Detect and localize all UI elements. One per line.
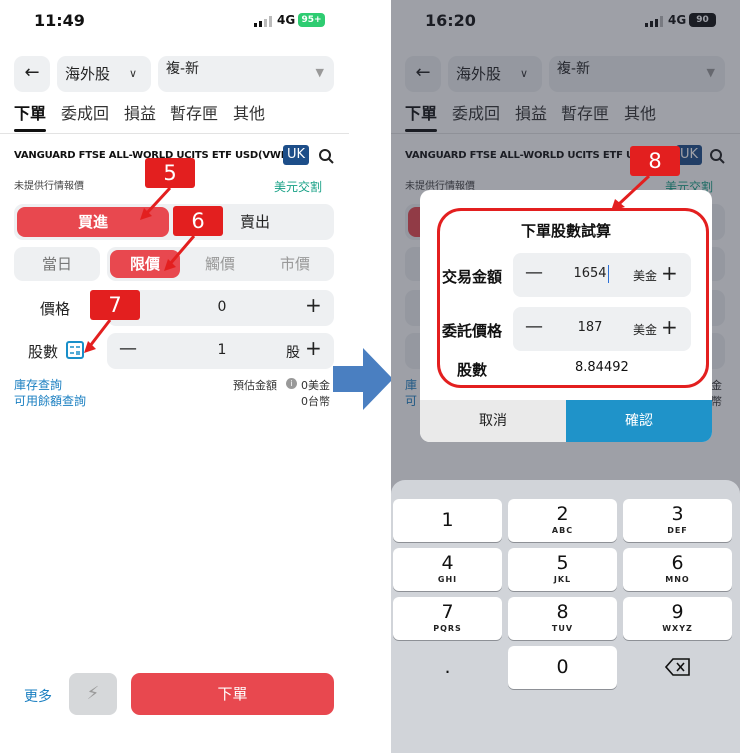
price-field[interactable]: 0 + — [107, 290, 334, 326]
estimate-twd: 0台幣 — [301, 395, 330, 408]
quote-note: 未提供行情報價 — [14, 181, 84, 192]
shares-unit: 股 — [286, 345, 300, 361]
info-icon[interactable]: i — [286, 378, 297, 389]
marker-7-arrow — [84, 319, 112, 353]
key-2[interactable]: 2 ABC — [508, 499, 617, 542]
right-phone-screen: 16:20 4G 90 ← 海外股 ∨ 複-新 ▼ 下單 委成回 損益 暫存匣 其他… — [391, 0, 740, 753]
country-badge: UK — [283, 145, 309, 165]
shares-value: 1 — [217, 342, 227, 358]
step-marker-7: 7 — [90, 290, 140, 320]
estimate-usd: 0美金 — [301, 379, 330, 392]
tab-bar: 下單 委成回 損益 暫存匣 其他 — [0, 98, 349, 134]
tab-orders-fills[interactable]: 委成回 — [61, 100, 109, 124]
quick-order-button[interactable]: ⚡ — [69, 673, 117, 715]
key-4[interactable]: 4 GHI — [393, 548, 502, 591]
confirm-button[interactable]: 確認 — [566, 400, 712, 442]
network-type: 4G — [277, 13, 296, 27]
stock-dropdown[interactable]: 複-新 ▼ — [158, 56, 334, 92]
lightning-icon: ⚡ — [86, 683, 100, 704]
key-6[interactable]: 6 MNO — [623, 548, 732, 591]
more-link[interactable]: 更多 — [24, 686, 52, 706]
key-5[interactable]: 5 JKL — [508, 548, 617, 591]
active-tab-indicator — [14, 129, 46, 132]
top-bar: ← 海外股 ∨ 複-新 ▼ — [0, 56, 349, 92]
step-marker-8: 8 — [630, 146, 680, 176]
key-1[interactable]: 1 — [393, 499, 502, 542]
step-marker-6: 6 — [173, 206, 223, 236]
battery-icon: 95+ — [298, 13, 325, 27]
price-plus-icon[interactable]: + — [305, 293, 322, 317]
status-time: 11:49 — [34, 11, 85, 30]
back-button[interactable]: ← — [14, 56, 50, 92]
place-order-button[interactable]: 下單 — [131, 673, 334, 715]
estimate-label: 預估金額 — [233, 379, 277, 392]
balance-link[interactable]: 可用餘額查詢 — [14, 392, 86, 409]
day-order-toggle[interactable]: 當日 — [14, 247, 100, 281]
shares-field[interactable]: — 1 股 + — [107, 333, 334, 369]
price-value: 0 — [217, 299, 227, 315]
inventory-link[interactable]: 庫存查詢 — [14, 376, 62, 393]
step-marker-5: 5 — [145, 158, 195, 188]
key-8[interactable]: 8 TUV — [508, 597, 617, 640]
shares-plus-icon[interactable]: + — [305, 336, 322, 360]
search-icon[interactable] — [318, 148, 334, 164]
key-7[interactable]: 7 PQRS — [393, 597, 502, 640]
signal-icon — [254, 16, 272, 27]
dropdown-triangle-icon: ▼ — [315, 66, 324, 79]
tab-other[interactable]: 其他 — [233, 100, 265, 124]
cancel-button[interactable]: 取消 — [420, 400, 566, 442]
tab-order[interactable]: 下單 — [14, 100, 46, 124]
left-phone-screen: 11:49 4G 95+ ← 海外股 ∨ 複-新 ▼ 下單 委成回 損益 暫存匣 其… — [0, 0, 349, 753]
market-order-button[interactable]: 市價 — [260, 250, 330, 278]
marker-8-arrow — [611, 174, 651, 211]
status-bar: 11:49 4G 95+ — [0, 0, 349, 46]
backspace-key[interactable] — [623, 646, 732, 689]
highlight-frame — [437, 208, 709, 388]
order-type-toggle: 限價 觸價 市價 — [107, 247, 334, 281]
settlement-label: 美元交割 — [274, 180, 323, 194]
key-3[interactable]: 3 DEF — [623, 499, 732, 542]
key-9[interactable]: 9 WXYZ — [623, 597, 732, 640]
marker-6-arrow — [164, 235, 196, 271]
key-decimal[interactable]: . — [393, 646, 502, 689]
numeric-keypad: 1 2 ABC 3 DEF 4 GHI 5 JKL 6 MNO 7 PQRS 8 TUV 9W… — [391, 480, 740, 753]
transition-arrow — [333, 348, 393, 410]
marker-5-arrow — [140, 186, 172, 220]
price-label: 價格 — [40, 300, 71, 318]
day-order-label: 當日 — [41, 255, 72, 273]
key-0[interactable]: 0 — [508, 646, 617, 689]
tab-pnl[interactable]: 損益 — [124, 100, 156, 124]
market-dropdown[interactable]: 海外股 ∨ — [57, 56, 151, 92]
chevron-down-icon: ∨ — [128, 67, 137, 80]
back-arrow-icon: ← — [24, 62, 40, 83]
backspace-icon — [664, 658, 690, 676]
tab-drafts[interactable]: 暫存匣 — [170, 100, 218, 124]
shares-label: 股數 — [28, 343, 59, 361]
